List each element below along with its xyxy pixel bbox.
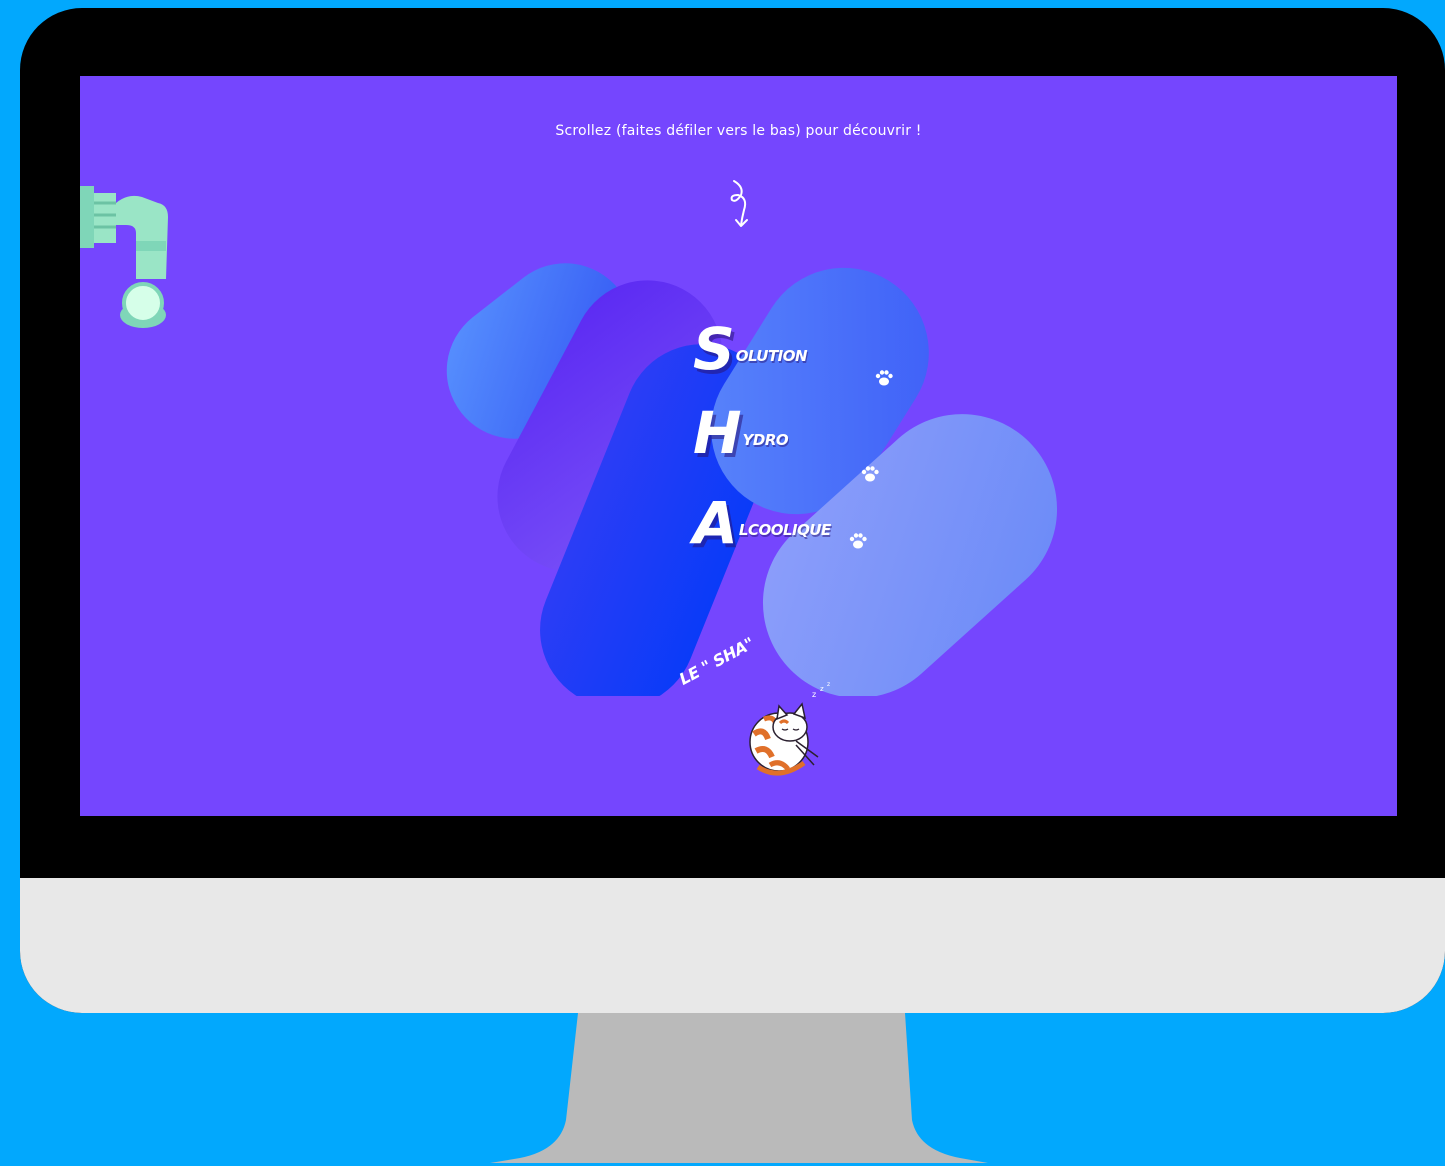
acronym-letter-h: H [693, 399, 742, 467]
acronym-letter-a: A [693, 489, 738, 557]
scroll-hint: Scrollez (faites défiler vers le bas) po… [555, 123, 922, 139]
acronym-letter-s: S [693, 315, 735, 383]
paw-icon [849, 533, 867, 549]
cat-icon[interactable]: z z z [734, 679, 844, 779]
acronym-word-alcoolique: LCOOLIQUE [738, 521, 831, 539]
acronym-row-hydro: H YDRO [693, 392, 789, 467]
faucet-icon[interactable] [80, 181, 175, 331]
decorative-blobs [446, 263, 1058, 696]
svg-text:z: z [820, 685, 824, 693]
monitor-chin [20, 878, 1445, 1013]
acronym-row-alcoolique: A LCOOLIQUE [693, 482, 831, 552]
website-screen[interactable]: Scrollez (faites défiler vers le bas) po… [80, 76, 1397, 816]
monitor: Scrollez (faites défiler vers le bas) po… [20, 8, 1445, 1013]
acronym-row-solution: S OLUTION [693, 308, 808, 383]
arrow-down-icon [730, 180, 748, 227]
acronym-word-solution: OLUTION [735, 347, 808, 365]
svg-text:z: z [827, 681, 830, 688]
paw-icon [861, 466, 879, 482]
paw-icon [875, 370, 893, 386]
acronym-word-hydro: YDRO [742, 431, 789, 449]
svg-text:z: z [812, 690, 816, 699]
